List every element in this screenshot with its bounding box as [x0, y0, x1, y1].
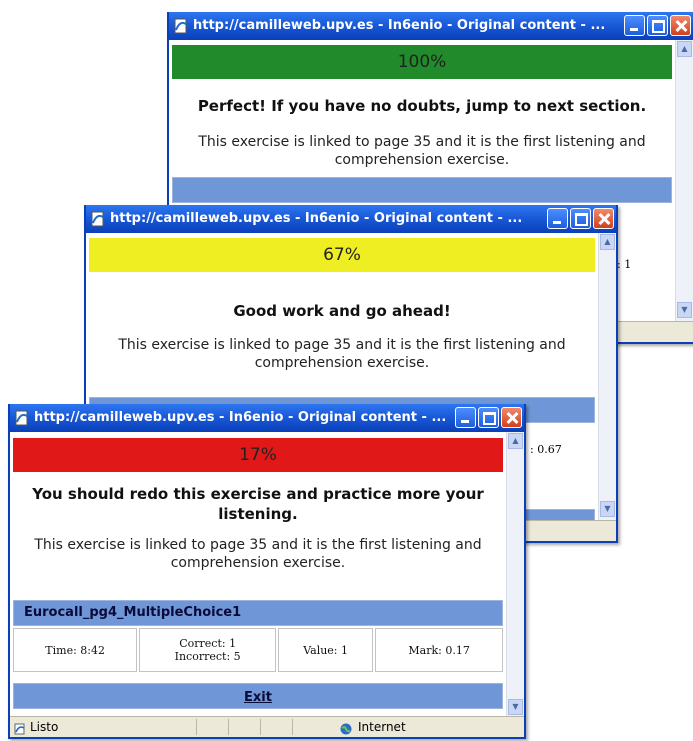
exercise-info-text: This exercise is linked to page 35 and i… — [118, 337, 566, 371]
exit-link[interactable]: Exit — [244, 690, 272, 705]
scroll-down-arrow-icon[interactable]: ▼ — [600, 501, 615, 517]
scroll-down-arrow-icon[interactable]: ▼ — [677, 302, 692, 318]
feedback-message: You should redo this exercise and practi… — [32, 485, 484, 523]
ie-page-icon — [174, 18, 187, 34]
exercise-name: Eurocall_pg4_MultipleChoice1 — [24, 605, 242, 620]
score-percentage: 17% — [239, 445, 277, 465]
results-table: Time: 8:42 Correct: 1 Incorrect: 5 Value:… — [11, 626, 505, 674]
minimize-button[interactable] — [455, 407, 476, 428]
close-button[interactable] — [501, 407, 522, 428]
results-table-wrap: Time: 8:42 Correct: 1 Incorrect: 5 Value:… — [11, 626, 505, 674]
window-title: http://camilleweb.upv.es - In6enio - Ori… — [110, 211, 523, 226]
score-percentage-bar: 67% — [89, 238, 595, 272]
partial-mark-text: : 0.67 — [530, 443, 562, 456]
status-text: Listo — [30, 720, 59, 734]
score-percentage: 67% — [323, 245, 361, 265]
close-button[interactable] — [670, 15, 691, 36]
correct-count: Correct: 1 — [179, 637, 237, 650]
maximize-button[interactable] — [647, 15, 668, 36]
score-percentage: 100% — [397, 52, 447, 72]
window-title: http://camilleweb.upv.es - In6enio - Ori… — [193, 18, 606, 33]
page-done-icon — [14, 721, 26, 735]
value-cell: Value: 1 — [277, 628, 374, 672]
feedback-message: Perfect! If you have no doubts, jump to … — [197, 97, 647, 115]
window-title: http://camilleweb.upv.es - In6enio - Ori… — [34, 410, 447, 425]
mark-cell: Mark: 0.17 — [375, 628, 503, 672]
exercise-info-text: This exercise is linked to page 35 and i… — [198, 134, 646, 168]
partial-mark-text: : 1 — [617, 258, 632, 271]
popup-window-redo: http://camilleweb.upv.es - In6enio - Ori… — [8, 404, 526, 739]
zone-text: Internet — [358, 720, 406, 734]
time-cell: Time: 8:42 — [13, 628, 138, 672]
status-divider — [228, 719, 229, 735]
ie-page-icon — [15, 410, 28, 426]
close-button[interactable] — [593, 208, 614, 229]
title-bar[interactable]: http://camilleweb.upv.es - In6enio - Ori… — [169, 12, 693, 40]
exit-bar[interactable]: Exit — [13, 683, 503, 709]
globe-icon — [340, 721, 352, 735]
correct-incorrect-cell: Correct: 1 Incorrect: 5 — [139, 628, 276, 672]
exercise-info-text: This exercise is linked to page 35 and i… — [34, 537, 482, 571]
window-content: 17% You should redo this exercise and pr… — [10, 432, 506, 716]
status-bar: Listo Internet — [10, 716, 524, 737]
vertical-scrollbar[interactable]: ▲ ▼ — [598, 233, 616, 541]
scroll-down-arrow-icon[interactable]: ▼ — [508, 699, 523, 715]
vertical-scrollbar[interactable]: ▲ ▼ — [506, 432, 524, 716]
vertical-scrollbar[interactable]: ▲ ▼ — [675, 40, 693, 342]
minimize-button[interactable] — [624, 15, 645, 36]
title-bar[interactable]: http://camilleweb.upv.es - In6enio - Ori… — [86, 205, 616, 233]
minimize-button[interactable] — [547, 208, 568, 229]
status-divider — [260, 719, 261, 735]
table-row: Time: 8:42 Correct: 1 Incorrect: 5 Value:… — [13, 628, 503, 672]
scroll-up-arrow-icon[interactable]: ▲ — [600, 234, 615, 250]
scroll-up-arrow-icon[interactable]: ▲ — [677, 41, 692, 57]
incorrect-count: Incorrect: 5 — [174, 650, 241, 663]
ie-page-icon — [91, 211, 104, 227]
status-divider — [292, 719, 293, 735]
title-bar[interactable]: http://camilleweb.upv.es - In6enio - Ori… — [10, 404, 524, 432]
score-percentage-bar: 17% — [13, 438, 503, 472]
exercise-name-bar: Eurocall_pg4_MultipleChoice1 — [13, 600, 503, 626]
exercise-name-bar — [172, 177, 672, 203]
score-percentage-bar: 100% — [172, 45, 672, 79]
scroll-up-arrow-icon[interactable]: ▲ — [508, 433, 523, 449]
status-divider — [196, 719, 197, 735]
feedback-message: Good work and go ahead! — [233, 302, 451, 320]
maximize-button[interactable] — [478, 407, 499, 428]
maximize-button[interactable] — [570, 208, 591, 229]
